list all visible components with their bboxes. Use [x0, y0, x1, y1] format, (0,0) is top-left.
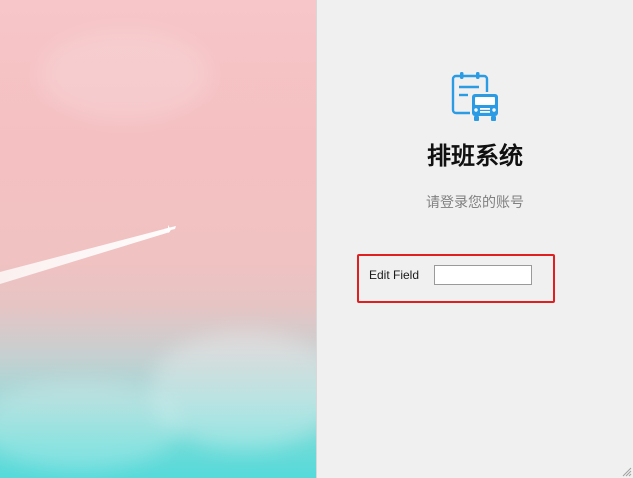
schedule-bus-icon [451, 72, 498, 121]
app-title: 排班系统 [427, 142, 523, 170]
airplane-contrail-graphic [0, 225, 176, 284]
hero-image-panel [0, 0, 316, 478]
edit-field-input[interactable] [434, 265, 532, 285]
resize-grip-icon[interactable] [620, 465, 632, 477]
panel-divider [316, 0, 317, 478]
login-subtitle: 请登录您的账号 [426, 195, 524, 211]
edit-field-label: Edit Field [369, 268, 420, 282]
